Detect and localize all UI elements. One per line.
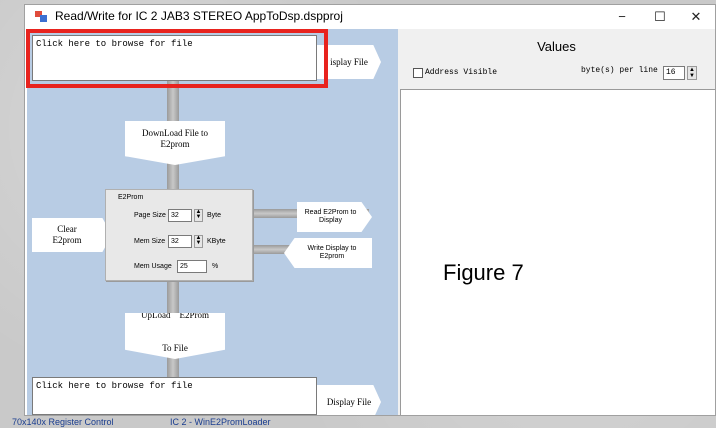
write-display-button[interactable]: Write Display to E2prom — [284, 238, 372, 268]
mem-size-label: Mem Size — [134, 238, 166, 245]
mem-size-stepper[interactable]: ▲ ▼ — [194, 235, 203, 248]
page-size-input[interactable]: 32 — [168, 209, 192, 222]
mem-usage-unit: % — [212, 263, 219, 270]
download-file-button[interactable]: DownLoad File to E2prom — [125, 121, 225, 165]
minimize-button[interactable]: − — [603, 5, 641, 29]
title-bar: Read/Write for IC 2 JAB3 STEREO AppToDsp… — [25, 5, 715, 29]
mem-usage-label: Mem Usage — [134, 263, 172, 270]
upload-line2: To File — [162, 343, 188, 353]
close-button[interactable]: ✕ — [677, 5, 715, 29]
window-title: Read/Write for IC 2 JAB3 STEREO AppToDsp… — [55, 9, 343, 23]
upload-e2prom-button[interactable]: UpLoad E2Prom To File — [125, 313, 225, 359]
page-size-stepper[interactable]: ▲ ▼ — [194, 209, 203, 222]
display-file-bottom-button[interactable]: Display File — [317, 385, 381, 415]
figure-label: Figure 7 — [443, 260, 524, 285]
values-panel: Values Address Visible byte(s) per line … — [398, 29, 715, 415]
page-size-label: Page Size — [134, 212, 166, 219]
download-line1: DownLoad File to — [142, 128, 208, 138]
taskbar-tab-wine2promloader[interactable]: IC 2 - WinE2PromLoader — [170, 416, 290, 428]
bytes-per-line-input[interactable]: 16 — [663, 66, 685, 80]
values-display-area[interactable]: Figure 7 — [400, 89, 715, 415]
read-line1: Read E2Prom to — [304, 209, 357, 216]
read-e2prom-button[interactable]: Read E2Prom to Display — [297, 202, 372, 232]
write-line2: E2prom — [319, 253, 345, 260]
browse-file-bottom[interactable]: Click here to browse for file — [32, 377, 317, 415]
read-line2: Display — [319, 217, 342, 224]
clear-e2prom-button[interactable]: Clear E2prom — [32, 218, 112, 252]
page-size-unit: Byte — [207, 212, 222, 219]
clear-line2: E2prom — [52, 235, 82, 245]
address-visible-label: Address Visible — [425, 68, 498, 77]
display-file-top-label: isplay File — [330, 56, 368, 67]
address-visible-checkbox[interactable] — [413, 68, 423, 78]
maximize-button[interactable]: ☐ — [641, 5, 679, 29]
bytes-per-line-label: byte(s) per line — [581, 66, 658, 75]
app-icon — [35, 11, 47, 22]
e2prom-group: E2Prom Page Size 32 ▲ ▼ Byte Mem Size 32 … — [105, 189, 253, 281]
bytes-per-line-stepper[interactable]: ▲ ▼ — [687, 66, 697, 80]
mem-size-unit: KByte — [207, 238, 226, 245]
highlight-rectangle — [26, 29, 328, 88]
taskbar-tab-register-control[interactable]: 70x140x Register Control — [12, 416, 162, 428]
write-line1: Write Display to — [307, 245, 357, 252]
values-title: Values — [537, 39, 576, 54]
mem-size-input[interactable]: 32 — [168, 235, 192, 248]
mem-usage-field: 25 — [177, 260, 207, 273]
clear-line1: Clear — [57, 224, 77, 234]
e2prom-group-title: E2Prom — [118, 194, 144, 201]
download-line2: E2prom — [160, 139, 190, 149]
display-file-bottom-label: Display File — [326, 396, 372, 407]
